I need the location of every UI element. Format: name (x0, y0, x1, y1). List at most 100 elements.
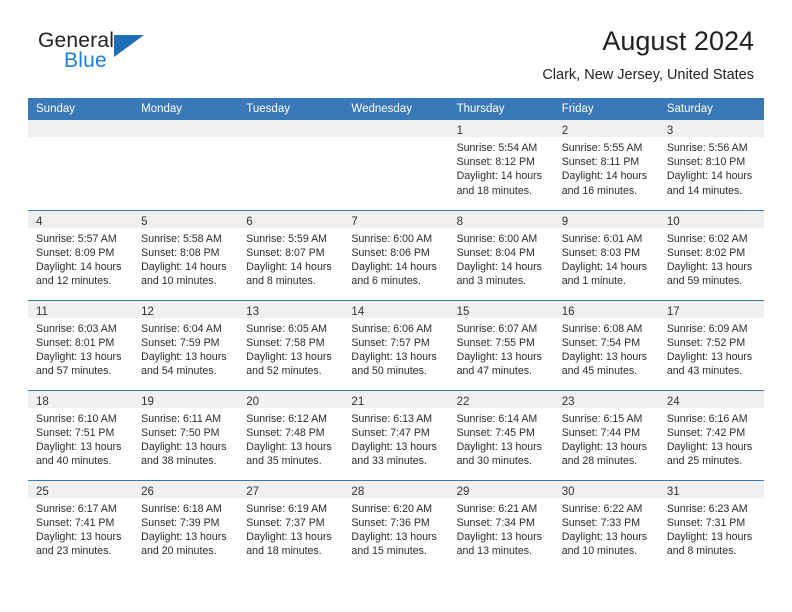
brand-logo[interactable]: General Blue (38, 30, 158, 82)
calendar-day-cell[interactable]: 24 Sunrise: 6:16 AM Sunset: 7:42 PM Dayligh… (658, 389, 764, 480)
day-details: Sunrise: 6:00 AM Sunset: 8:04 PM Daylight:… (449, 228, 554, 289)
calendar-day-cell[interactable]: 16 Sunrise: 6:08 AM Sunset: 7:54 PM Dayligh… (553, 299, 659, 390)
calendar-day-cell[interactable]: 6 Sunrise: 5:59 AM Sunset: 8:07 PM Daylight… (238, 209, 344, 300)
day-number: 4 (36, 215, 43, 228)
daylight-text-line1: Daylight: 14 hours (141, 260, 227, 273)
day-number-band: 3 (658, 120, 764, 137)
daylight-text-line2: and 12 minutes. (36, 275, 112, 288)
day-number: 23 (561, 395, 575, 408)
daylight-text-line2: and 59 minutes. (666, 275, 743, 288)
daylight-text-line1: Daylight: 13 hours (456, 440, 542, 453)
calendar-day-cell[interactable]: 20 Sunrise: 6:12 AM Sunset: 7:48 PM Dayligh… (238, 389, 344, 480)
page-header: General Blue August 2024 Clark, New Jers… (28, 0, 764, 98)
weekday-header-friday: Friday (553, 98, 659, 120)
calendar-day-cell[interactable]: 9 Sunrise: 6:01 AM Sunset: 8:03 PM Daylight… (553, 209, 659, 300)
daylight-text-line2: and 18 minutes. (456, 184, 532, 197)
daylight-text-line1: Daylight: 14 hours (561, 260, 648, 273)
calendar-day-cell[interactable]: 21 Sunrise: 6:13 AM Sunset: 7:47 PM Dayligh… (343, 389, 449, 480)
day-number: 15 (456, 305, 470, 318)
day-number: 11 (36, 305, 48, 318)
day-cell-content: 27 Sunrise: 6:19 AM Sunset: 7:37 PM Dayligh… (238, 480, 344, 571)
sunset-text: Sunset: 8:08 PM (141, 246, 220, 259)
sunset-text: Sunset: 8:03 PM (561, 246, 641, 259)
sunset-text: Sunset: 7:39 PM (141, 516, 220, 529)
calendar-day-cell[interactable]: 10 Sunrise: 6:02 AM Sunset: 8:02 PM Dayligh… (658, 209, 764, 300)
day-cell-content: 7 Sunrise: 6:00 AM Sunset: 8:06 PM Daylight… (343, 210, 449, 300)
day-cell-content: 17 Sunrise: 6:09 AM Sunset: 7:52 PM Dayligh… (658, 300, 764, 390)
calendar-page: General Blue August 2024 Clark, New Jers… (0, 0, 792, 612)
calendar-day-cell[interactable]: 14 Sunrise: 6:06 AM Sunset: 7:57 PM Dayligh… (343, 299, 449, 390)
weekday-header-row: Sunday Monday Tuesday Wednesday Thursday… (28, 98, 764, 120)
day-cell-content: 2 Sunrise: 5:55 AM Sunset: 8:11 PM Daylight… (553, 120, 659, 210)
calendar-day-cell[interactable]: 19 Sunrise: 6:11 AM Sunset: 7:50 PM Dayligh… (133, 389, 239, 480)
calendar-day-cell[interactable]: 12 Sunrise: 6:04 AM Sunset: 7:59 PM Dayligh… (133, 299, 239, 390)
day-cell-content: 16 Sunrise: 6:08 AM Sunset: 7:54 PM Dayligh… (553, 300, 659, 390)
calendar-day-cell[interactable]: 8 Sunrise: 6:00 AM Sunset: 8:04 PM Daylight… (448, 209, 554, 300)
daylight-text-line2: and 8 minutes. (666, 545, 737, 558)
day-number-band: 19 (133, 390, 239, 408)
calendar-day-cell[interactable]: 1 Sunrise: 5:54 AM Sunset: 8:12 PM Daylight… (448, 120, 554, 210)
day-details: Sunrise: 6:09 AM Sunset: 7:52 PM Daylight:… (659, 318, 764, 379)
calendar-day-cell[interactable]: 28 Sunrise: 6:20 AM Sunset: 7:36 PM Dayligh… (343, 479, 449, 571)
day-cell-content: 24 Sunrise: 6:16 AM Sunset: 7:42 PM Dayligh… (658, 390, 764, 480)
day-details: Sunrise: 5:59 AM Sunset: 8:07 PM Daylight:… (238, 228, 343, 289)
day-number-band (133, 120, 239, 137)
daylight-text-line2: and 1 minute. (561, 275, 626, 288)
calendar-day-cell[interactable]: 31 Sunrise: 6:23 AM Sunset: 7:31 PM Dayligh… (658, 479, 764, 570)
calendar-day-cell[interactable]: 22 Sunrise: 6:14 AM Sunset: 7:45 PM Dayligh… (448, 389, 554, 480)
calendar-day-cell[interactable]: 2 Sunrise: 5:55 AM Sunset: 8:11 PM Daylight… (553, 120, 659, 210)
calendar-day-cell[interactable]: 18 Sunrise: 6:10 AM Sunset: 7:51 PM Dayligh… (28, 389, 134, 480)
day-cell-content: 22 Sunrise: 6:14 AM Sunset: 7:45 PM Dayligh… (448, 390, 554, 480)
calendar-day-cell[interactable]: 26 Sunrise: 6:18 AM Sunset: 7:39 PM Dayligh… (133, 479, 239, 570)
daylight-text-line2: and 8 minutes. (246, 275, 316, 288)
calendar-day-cell[interactable]: 27 Sunrise: 6:19 AM Sunset: 7:37 PM Dayligh… (238, 479, 344, 571)
day-number-band: 16 (553, 300, 659, 318)
sunset-text: Sunset: 8:06 PM (351, 246, 430, 259)
sunset-text: Sunset: 8:07 PM (246, 246, 325, 259)
calendar-day-cell[interactable]: 4 Sunrise: 5:57 AM Sunset: 8:09 PM Daylight… (28, 209, 134, 300)
day-number: 17 (666, 305, 680, 318)
sunrise-text: Sunrise: 6:06 AM (351, 322, 433, 335)
daylight-text-line1: Daylight: 13 hours (141, 440, 227, 453)
calendar-day-cell[interactable]: 17 Sunrise: 6:09 AM Sunset: 7:52 PM Dayligh… (658, 299, 764, 390)
sunrise-text: Sunrise: 6:10 AM (36, 412, 117, 425)
calendar-day-cell[interactable]: 29 Sunrise: 6:21 AM Sunset: 7:34 PM Dayligh… (448, 479, 554, 570)
day-cell-content: 15 Sunrise: 6:07 AM Sunset: 7:55 PM Dayligh… (448, 300, 554, 390)
sunrise-text: Sunrise: 6:04 AM (141, 322, 222, 335)
calendar-body: 1 Sunrise: 5:54 AM Sunset: 8:12 PM Daylight… (28, 120, 764, 570)
daylight-text-line2: and 38 minutes. (141, 455, 217, 468)
day-number-band: 12 (133, 300, 239, 318)
day-details: Sunrise: 6:13 AM Sunset: 7:47 PM Daylight:… (343, 408, 448, 469)
sunrise-text: Sunrise: 6:20 AM (351, 502, 433, 515)
daylight-text-line1: Daylight: 13 hours (351, 440, 437, 453)
calendar-day-cell[interactable]: 15 Sunrise: 6:07 AM Sunset: 7:55 PM Dayligh… (448, 299, 554, 390)
calendar-day-cell[interactable]: 25 Sunrise: 6:17 AM Sunset: 7:41 PM Dayligh… (28, 479, 134, 570)
calendar-day-cell[interactable]: 7 Sunrise: 6:00 AM Sunset: 8:06 PM Daylight… (343, 209, 449, 300)
day-cell-content: 28 Sunrise: 6:20 AM Sunset: 7:36 PM Dayligh… (343, 480, 449, 571)
calendar-day-cell[interactable]: 23 Sunrise: 6:15 AM Sunset: 7:44 PM Dayligh… (553, 389, 659, 480)
calendar-day-cell[interactable]: 30 Sunrise: 6:22 AM Sunset: 7:33 PM Dayligh… (553, 479, 659, 570)
calendar-day-cell[interactable]: 13 Sunrise: 6:05 AM Sunset: 7:58 PM Dayligh… (238, 299, 344, 390)
day-number-band: 20 (238, 390, 344, 408)
sunrise-text: Sunrise: 5:55 AM (561, 142, 643, 154)
sunrise-text: Sunrise: 6:22 AM (561, 502, 643, 515)
calendar-week-row: 25 Sunrise: 6:17 AM Sunset: 7:41 PM Dayligh… (28, 479, 764, 571)
daylight-text-line1: Daylight: 13 hours (141, 530, 227, 543)
daylight-text-line2: and 20 minutes. (141, 545, 217, 558)
sunrise-text: Sunrise: 6:03 AM (36, 322, 117, 335)
day-number: 8 (456, 215, 463, 228)
daylight-text-line2: and 25 minutes. (666, 455, 743, 468)
sunrise-text: Sunrise: 6:12 AM (246, 412, 327, 425)
day-number: 20 (246, 395, 260, 408)
day-details: Sunrise: 6:03 AM Sunset: 8:01 PM Daylight:… (28, 318, 133, 379)
calendar-day-cell[interactable]: 3 Sunrise: 5:56 AM Sunset: 8:10 PM Daylight… (658, 120, 764, 210)
daylight-text-line2: and 33 minutes. (351, 455, 427, 468)
sunrise-text: Sunrise: 6:08 AM (561, 322, 643, 335)
calendar-day-cell[interactable]: 11 Sunrise: 6:03 AM Sunset: 8:01 PM Dayligh… (28, 299, 134, 390)
day-details (133, 137, 238, 141)
daylight-text-line2: and 47 minutes. (456, 365, 532, 378)
sunrise-text: Sunrise: 6:18 AM (141, 502, 222, 515)
sunset-text: Sunset: 8:04 PM (456, 246, 535, 259)
calendar-day-cell[interactable]: 5 Sunrise: 5:58 AM Sunset: 8:08 PM Daylight… (133, 209, 239, 300)
day-number: 22 (456, 395, 470, 408)
